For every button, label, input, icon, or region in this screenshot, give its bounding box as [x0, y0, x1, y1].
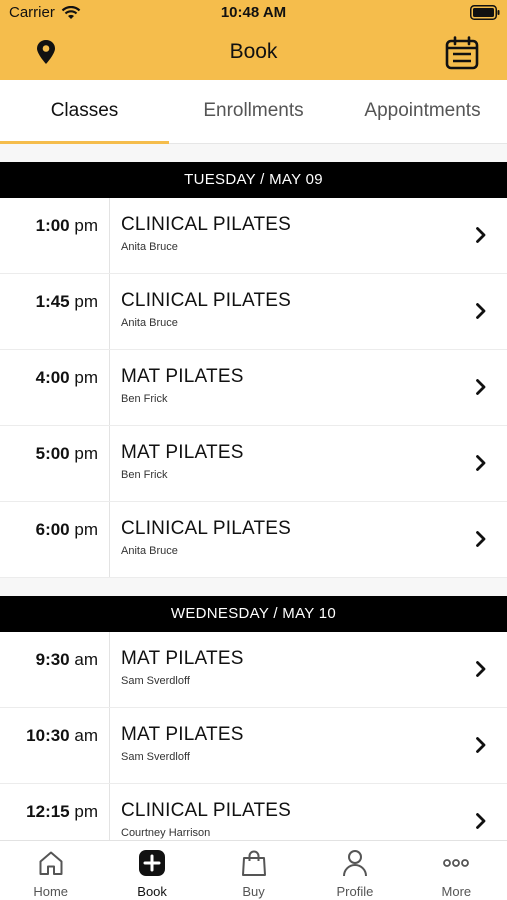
class-time-value: 9:30: [35, 650, 70, 669]
class-row[interactable]: 6:00 pm CLINICAL PILATES Anita Bruce: [0, 502, 507, 578]
class-time-value: 6:00: [35, 520, 70, 539]
day-header: TUESDAY / MAY 09: [0, 162, 507, 198]
class-row[interactable]: 12:15 pm CLINICAL PILATES Courtney Harri…: [0, 784, 507, 840]
chevron-right-icon: [476, 661, 486, 677]
class-info: CLINICAL PILATES Anita Bruce: [110, 274, 507, 349]
nav-book[interactable]: Book: [101, 841, 202, 900]
class-time-value: 1:00: [35, 216, 70, 235]
nav-profile-label: Profile: [336, 884, 374, 899]
calendar-icon[interactable]: [445, 36, 479, 70]
class-time-value: 5:00: [35, 444, 70, 463]
nav-book-label: Book: [137, 884, 167, 899]
top-bar: Carrier 10:48 AM Book: [0, 0, 507, 80]
class-row[interactable]: 1:45 pm CLINICAL PILATES Anita Bruce: [0, 274, 507, 350]
nav-buy[interactable]: Buy: [203, 841, 304, 900]
class-name: MAT PILATES: [121, 366, 244, 387]
chevron-right-icon: [476, 813, 486, 829]
class-row[interactable]: 5:00 pm MAT PILATES Ben Frick: [0, 426, 507, 502]
chevron-right-icon: [476, 227, 486, 243]
chevron-right-icon: [476, 455, 486, 471]
class-time-value: 12:15: [26, 802, 70, 821]
chevron-right-icon: [476, 737, 486, 753]
page-title: Book: [229, 40, 278, 63]
class-info: MAT PILATES Sam Sverdloff: [110, 632, 507, 707]
class-instructor: Anita Bruce: [121, 545, 178, 557]
class-time-ampm: pm: [74, 520, 98, 539]
nav-more-label: More: [441, 884, 472, 899]
day-header: WEDNESDAY / MAY 10: [0, 596, 507, 632]
class-time: 10:30 am: [0, 708, 110, 783]
class-time-ampm: pm: [74, 368, 98, 387]
class-time-value: 10:30: [26, 726, 70, 745]
status-bar: Carrier 10:48 AM: [0, 0, 507, 26]
battery-icon: [470, 5, 500, 20]
class-time: 4:00 pm: [0, 350, 110, 425]
class-row[interactable]: 10:30 am MAT PILATES Sam Sverdloff: [0, 708, 507, 784]
chevron-right-icon: [476, 303, 486, 319]
bottom-nav: Home Book Buy Profile More: [0, 840, 507, 900]
class-info: CLINICAL PILATES Anita Bruce: [110, 502, 507, 577]
class-name: CLINICAL PILATES: [121, 290, 292, 311]
class-name: MAT PILATES: [121, 724, 244, 745]
chevron-right-icon: [476, 531, 486, 547]
home-icon: [39, 851, 63, 875]
class-time: 1:45 pm: [0, 274, 110, 349]
nav-profile[interactable]: Profile: [304, 841, 405, 900]
class-time-ampm: pm: [74, 444, 98, 463]
tab-classes[interactable]: Classes: [0, 80, 169, 144]
nav-home-label: Home: [33, 884, 69, 899]
class-instructor: Anita Bruce: [121, 241, 178, 253]
class-time: 6:00 pm: [0, 502, 110, 577]
chevron-right-icon: [476, 379, 486, 395]
more-dots-icon: [443, 859, 470, 867]
nav-home[interactable]: Home: [0, 841, 101, 900]
class-instructor: Ben Frick: [121, 469, 168, 481]
class-time-ampm: pm: [74, 292, 98, 311]
class-time-value: 4:00: [35, 368, 70, 387]
class-instructor: Sam Sverdloff: [121, 675, 190, 687]
class-name: MAT PILATES: [121, 648, 244, 669]
class-time-value: 1:45: [35, 292, 70, 311]
nav-more[interactable]: More: [406, 841, 507, 900]
class-name: CLINICAL PILATES: [121, 214, 292, 235]
class-time: 12:15 pm: [0, 784, 110, 840]
shopping-bag-icon: [241, 850, 266, 876]
status-time: 10:48 AM: [220, 4, 287, 21]
class-list[interactable]: TUESDAY / MAY 09 1:00 pm CLINICAL PILATE…: [0, 144, 507, 840]
class-time-ampm: am: [74, 650, 98, 669]
class-row[interactable]: 4:00 pm MAT PILATES Ben Frick: [0, 350, 507, 426]
class-info: MAT PILATES Ben Frick: [110, 350, 507, 425]
person-icon: [342, 850, 367, 877]
class-instructor: Ben Frick: [121, 393, 168, 405]
tab-enrollments[interactable]: Enrollments: [169, 80, 338, 143]
class-instructor: Sam Sverdloff: [121, 751, 190, 763]
class-time: 5:00 pm: [0, 426, 110, 501]
class-instructor: Courtney Harrison: [121, 827, 211, 839]
class-name: CLINICAL PILATES: [121, 518, 292, 539]
class-row[interactable]: 9:30 am MAT PILATES Sam Sverdloff: [0, 632, 507, 708]
plus-square-icon: [139, 850, 166, 876]
class-instructor: Anita Bruce: [121, 317, 178, 329]
class-info: CLINICAL PILATES Anita Bruce: [110, 198, 507, 273]
nav-bar: Book: [0, 26, 507, 80]
class-time-ampm: am: [74, 726, 98, 745]
class-time: 9:30 am: [0, 632, 110, 707]
segment-tabs: Classes Enrollments Appointments: [0, 80, 507, 144]
class-time-ampm: pm: [74, 802, 98, 821]
class-info: CLINICAL PILATES Courtney Harrison: [110, 784, 507, 840]
class-row[interactable]: 1:00 pm CLINICAL PILATES Anita Bruce: [0, 198, 507, 274]
class-info: MAT PILATES Ben Frick: [110, 426, 507, 501]
class-time: 1:00 pm: [0, 198, 110, 273]
class-name: MAT PILATES: [121, 442, 244, 463]
class-info: MAT PILATES Sam Sverdloff: [110, 708, 507, 783]
tab-appointments[interactable]: Appointments: [338, 80, 507, 143]
class-time-ampm: pm: [74, 216, 98, 235]
class-name: CLINICAL PILATES: [121, 800, 292, 821]
nav-buy-label: Buy: [242, 884, 265, 899]
